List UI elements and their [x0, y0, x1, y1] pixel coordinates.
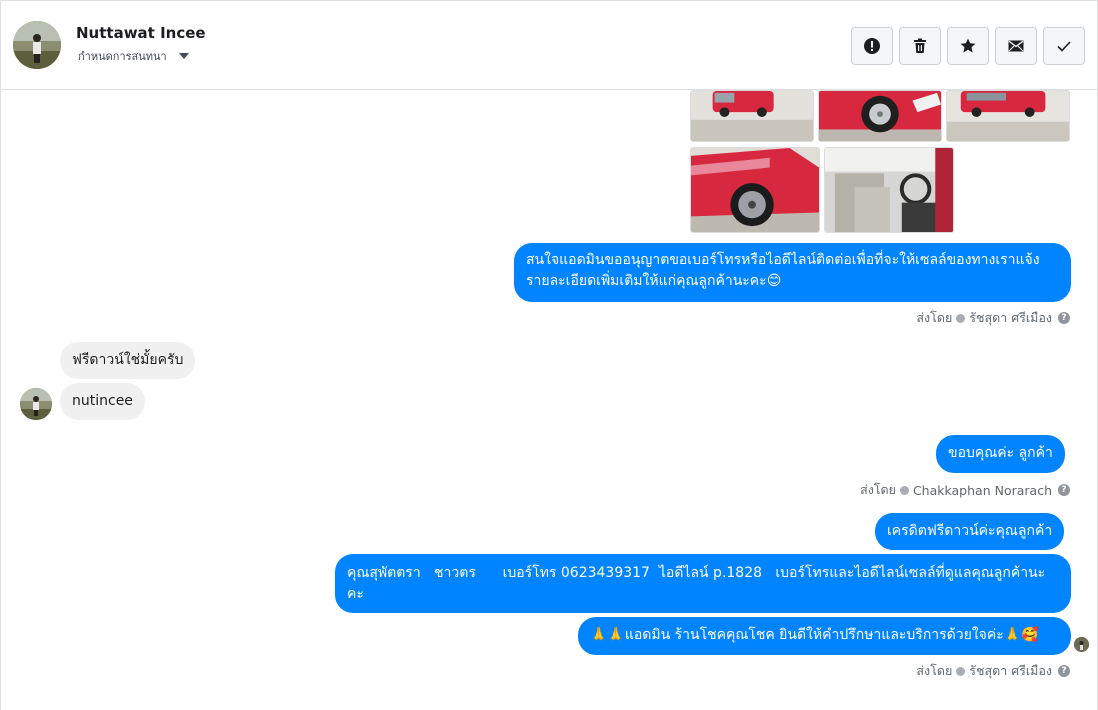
- outgoing-message[interactable]: สนใจแอดมินขออนุญาตขอเบอร์โทรหรือไอดีไลน์…: [514, 243, 1071, 302]
- sent-by-label: ส่งโดย รัชสุดา ศรีเมือง ?: [916, 308, 1070, 328]
- star-button[interactable]: [947, 27, 989, 65]
- outgoing-message[interactable]: เครดิตฟรีดาวน์ค่ะคุณลูกค้า: [875, 513, 1065, 550]
- verified-icon: [956, 313, 966, 323]
- sent-by-prefix: ส่งโดย: [916, 310, 953, 325]
- contact-avatar[interactable]: [13, 21, 61, 69]
- verified-icon: [956, 666, 966, 676]
- report-button[interactable]: [851, 27, 893, 65]
- contact-name[interactable]: Nuttawat Incee: [76, 24, 206, 42]
- conversation-window: Nuttawat Incee กำหนดการสนทนา สนใจแอดมินข…: [0, 0, 1098, 710]
- contact-avatar-small[interactable]: [20, 388, 52, 420]
- sender-name[interactable]: รัชสุดา ศรีเมือง: [969, 661, 1052, 681]
- incoming-message[interactable]: ฟรีดาวน์ใช่มั้ยครับ: [60, 342, 196, 379]
- done-button[interactable]: [1043, 27, 1085, 65]
- exclamation-icon: [864, 38, 880, 54]
- seen-avatar: [1074, 637, 1089, 652]
- help-icon[interactable]: ?: [1058, 484, 1070, 496]
- car-photo-1[interactable]: [690, 90, 814, 142]
- delete-button[interactable]: [899, 27, 941, 65]
- envelope-icon: [1008, 40, 1024, 52]
- sent-by-prefix: ส่งโดย: [860, 482, 896, 497]
- help-icon[interactable]: ?: [1058, 665, 1070, 677]
- checkmark-icon: [1057, 41, 1071, 52]
- conversation-header: Nuttawat Incee กำหนดการสนทนา: [1, 1, 1097, 90]
- trash-icon: [914, 38, 926, 53]
- verified-icon: [899, 485, 909, 495]
- sender-name[interactable]: รัชสุดา ศรีเมือง: [969, 308, 1052, 328]
- caret-down-icon: [178, 53, 189, 59]
- conversation-toolbar: [851, 27, 1085, 65]
- sender-name[interactable]: Chakkaphan Norarach: [913, 483, 1052, 498]
- sent-by-prefix: ส่งโดย: [916, 663, 953, 678]
- mail-button[interactable]: [995, 27, 1037, 65]
- outgoing-message[interactable]: 🙏🙏แอดมิน ร้านโชคคุณโชค ยินดีให้คำปรึกษาแ…: [578, 617, 1071, 655]
- outgoing-message[interactable]: ขอบคุณค่ะ ลูกค้า: [936, 435, 1065, 473]
- incoming-message[interactable]: nutincee: [60, 383, 145, 420]
- sent-by-label: ส่งโดย Chakkaphan Norarach ?: [860, 480, 1070, 500]
- assign-conversation-dropdown[interactable]: กำหนดการสนทนา: [78, 47, 189, 65]
- sent-by-label: ส่งโดย รัชสุดา ศรีเมือง ?: [916, 661, 1070, 681]
- assign-label: กำหนดการสนทนา: [78, 50, 167, 63]
- car-photo-4[interactable]: [690, 147, 820, 233]
- car-photo-2[interactable]: [818, 90, 942, 142]
- car-interior-photo[interactable]: [824, 147, 954, 233]
- car-photo-3[interactable]: [946, 90, 1070, 142]
- star-icon: [960, 38, 976, 53]
- outgoing-message[interactable]: คุณสุพัตตรา ชาวตร เบอร์โทร 0623439317 ไอ…: [335, 554, 1071, 613]
- help-icon[interactable]: ?: [1058, 312, 1070, 324]
